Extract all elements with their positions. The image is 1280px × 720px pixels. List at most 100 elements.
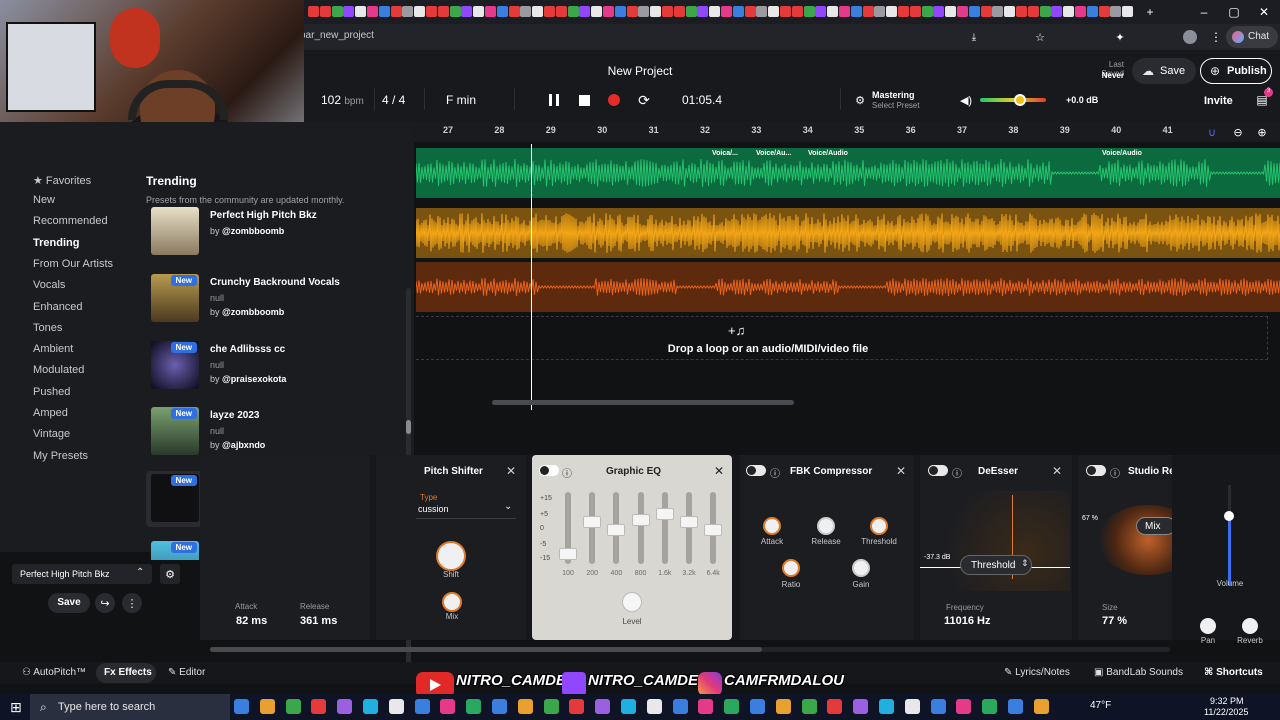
taskbar-app-icon[interactable] [982, 699, 998, 714]
fx-toggle[interactable] [539, 465, 559, 476]
new-tab-icon[interactable]: + [1140, 2, 1160, 22]
browser-tab[interactable] [591, 6, 603, 17]
eq-band-thumb[interactable] [631, 514, 650, 526]
taskbar-app-icon[interactable] [621, 699, 636, 714]
preset-author[interactable]: by @zombboomb [210, 226, 284, 236]
shortcuts-button[interactable]: ⌘ Shortcuts [1204, 667, 1263, 678]
effects-tab[interactable]: Fx Effects [96, 663, 156, 683]
volume-fader-thumb[interactable] [1224, 511, 1234, 521]
taskbar-app-icon[interactable] [517, 699, 533, 714]
eq-band-thumb[interactable] [655, 508, 674, 520]
eq-band-thumb[interactable] [607, 524, 626, 536]
browser-tab[interactable] [426, 6, 437, 17]
taskbar-app-icon[interactable] [285, 699, 301, 714]
profile-avatar[interactable] [1180, 27, 1200, 47]
taskbar-app-icon[interactable] [801, 699, 817, 714]
more-icon[interactable]: ⋮ [122, 593, 142, 613]
type-dropdown[interactable]: cussion ⌄ [416, 501, 516, 519]
preset-save-button[interactable]: Save [48, 593, 90, 613]
eq-band-thumb[interactable] [704, 524, 723, 536]
taskbar-app-icon[interactable] [750, 699, 765, 714]
browser-tab[interactable] [933, 6, 945, 17]
browser-tab[interactable] [1004, 6, 1016, 17]
eq-band-thumb[interactable] [559, 548, 577, 560]
nav-item-my-presets[interactable]: My Presets [33, 450, 88, 462]
browser-tab[interactable] [1063, 6, 1075, 17]
minimize-icon[interactable]: – [1194, 2, 1214, 22]
browser-tab[interactable] [874, 6, 886, 17]
browser-tab[interactable] [473, 6, 485, 17]
browser-tab[interactable] [308, 6, 319, 17]
close-icon[interactable]: ✕ [714, 464, 724, 478]
preset-author[interactable]: by @ajbxndo [210, 440, 265, 450]
eq-band-slider[interactable] [655, 492, 674, 564]
browser-tab[interactable] [815, 6, 827, 17]
preset-item[interactable]: New layze 2023 null by @ajbxndo [146, 404, 396, 460]
drop-zone[interactable]: +♫ Drop a loop or an audio/MIDI/video fi… [416, 316, 1268, 360]
eq-band-thumb[interactable] [583, 516, 602, 528]
browser-tab[interactable] [626, 6, 638, 17]
taskbar-app-icon[interactable] [414, 699, 430, 714]
nav-item-tones[interactable]: Tones [33, 322, 62, 334]
browser-tab[interactable] [992, 6, 1004, 17]
chat-button[interactable]: Chat [1226, 26, 1278, 48]
bandlab-sounds-button[interactable]: ▣ BandLab Sounds [1094, 667, 1183, 678]
key-value[interactable]: F min [446, 93, 476, 107]
editor-tab[interactable]: ✎ Editor [168, 667, 205, 678]
preset-settings-icon[interactable]: ⚙ [160, 564, 180, 584]
browser-tab[interactable] [579, 6, 591, 17]
taskbar-app-icon[interactable] [904, 699, 920, 714]
browser-tab[interactable] [449, 6, 461, 17]
browser-tab[interactable] [1039, 6, 1051, 17]
menu-dots-icon[interactable]: ⋮ [1206, 27, 1226, 47]
level-knob[interactable] [622, 592, 642, 612]
nav-item-amped[interactable]: Amped [33, 407, 68, 419]
speaker-icon[interactable]: ◀) [956, 90, 976, 110]
beat-track-region[interactable] [416, 208, 1280, 258]
browser-tab[interactable] [862, 6, 874, 17]
ratio-knob[interactable] [782, 559, 800, 577]
browser-tab[interactable] [1098, 6, 1110, 17]
eq-band-slider[interactable] [631, 492, 650, 564]
browser-tab[interactable] [744, 6, 756, 17]
browser-tab[interactable] [414, 6, 426, 17]
mastering-label[interactable]: Mastering [872, 90, 915, 100]
fx-toggle[interactable] [746, 465, 766, 476]
timeline-ruler[interactable]: 27 28 29 30 31 32 33 34 35 36 37 38 39 40 41 ∪ ⊖ ⊕ [414, 122, 1280, 142]
favorites-item[interactable]: ★ Favorites [33, 174, 91, 187]
eq-band-slider[interactable] [607, 492, 626, 564]
mix-knob[interactable] [442, 592, 462, 612]
browser-tab[interactable] [909, 6, 921, 17]
attack-knob[interactable] [763, 517, 781, 535]
taskbar-app-icon[interactable] [543, 699, 559, 714]
browser-tab[interactable] [544, 6, 555, 17]
timeline-scrollbar[interactable] [492, 400, 794, 405]
eq-band-slider[interactable] [680, 492, 698, 564]
browser-tab[interactable] [1051, 6, 1063, 17]
browser-tab[interactable] [685, 6, 697, 17]
fx-toggle[interactable] [928, 465, 948, 476]
browser-tab[interactable] [898, 6, 909, 17]
browser-tab[interactable] [1086, 6, 1098, 17]
taskbar-app-icon[interactable] [724, 699, 740, 714]
publish-button[interactable]: ⊕ Publish [1200, 58, 1272, 84]
browser-tab[interactable] [850, 6, 862, 17]
url-text[interactable]: bar_new_project [300, 30, 374, 41]
vocal-track-region[interactable]: Voica/... Voice/Au... Voice/Audio Voice/… [416, 148, 1280, 198]
info-icon[interactable]: ⓘ [562, 465, 572, 480]
volume-thumb[interactable] [1013, 94, 1026, 106]
browser-tab[interactable] [638, 6, 650, 17]
preset-item[interactable]: New che Adlibsss cc null by @praisexokota [146, 338, 396, 394]
browser-tab[interactable] [650, 6, 662, 17]
close-icon[interactable]: ✕ [506, 464, 516, 478]
adlib-track-region[interactable] [416, 262, 1280, 312]
browser-tab[interactable] [1075, 6, 1086, 17]
browser-tab[interactable] [437, 6, 449, 17]
clock-time[interactable]: 9:32 PM [1210, 696, 1244, 706]
browser-tab[interactable] [980, 6, 992, 17]
browser-tab[interactable] [780, 6, 791, 17]
info-icon[interactable]: ⓘ [770, 465, 780, 480]
browser-tab[interactable] [697, 6, 709, 17]
download-icon[interactable]: ⤓ [964, 27, 984, 47]
nav-item-recommended[interactable]: Recommended [33, 215, 108, 227]
